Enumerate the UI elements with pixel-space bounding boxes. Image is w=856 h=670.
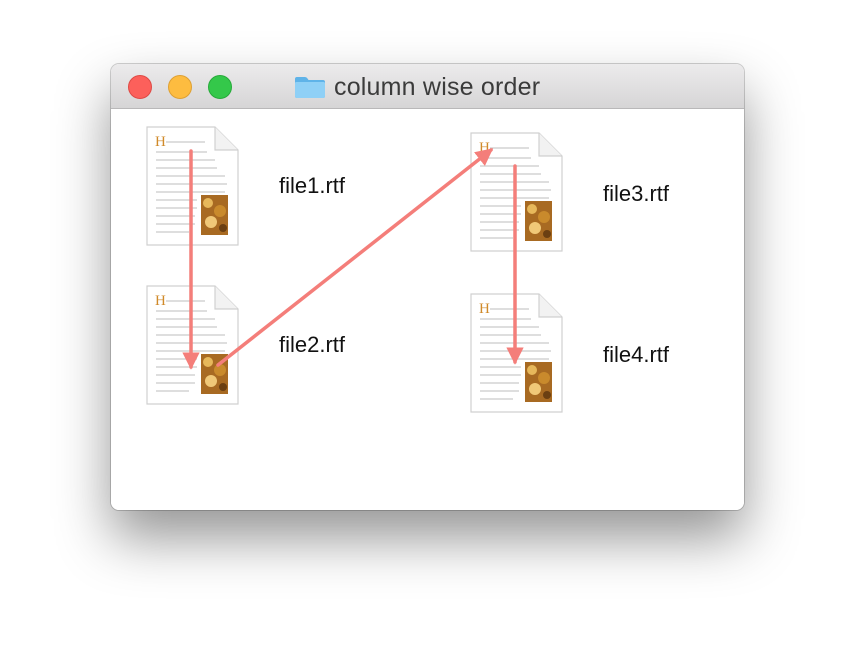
file-item-file1[interactable]: H file1.rtf [145, 125, 385, 255]
svg-text:H: H [155, 293, 166, 309]
file-item-file2[interactable]: H file2.rtf [145, 284, 385, 414]
window-title: column wise order [334, 72, 541, 101]
icon-view[interactable]: H file1.rtf H file2.rtf H file3.rtf H fi… [111, 109, 744, 510]
minimize-button[interactable] [168, 75, 192, 99]
file-name-label[interactable]: file4.rtf [603, 342, 669, 368]
svg-text:H: H [479, 301, 490, 317]
svg-text:H: H [155, 134, 166, 150]
title-bar[interactable]: column wise order [111, 64, 744, 109]
file-item-file4[interactable]: H file4.rtf [469, 292, 709, 422]
window-title-group: column wise order [294, 73, 540, 101]
rtf-document-icon[interactable]: H [145, 125, 240, 247]
file-name-label[interactable]: file3.rtf [603, 181, 669, 207]
close-button[interactable] [128, 75, 152, 99]
folder-icon [295, 77, 325, 98]
file-item-file3[interactable]: H file3.rtf [469, 131, 709, 261]
zoom-button[interactable] [208, 75, 232, 99]
finder-window: column wise order H file1.rtf H file2.rt… [111, 64, 744, 510]
rtf-document-icon[interactable]: H [145, 284, 240, 406]
file-name-label[interactable]: file2.rtf [279, 332, 345, 358]
rtf-document-icon[interactable]: H [469, 131, 564, 253]
file-name-label[interactable]: file1.rtf [279, 173, 345, 199]
rtf-document-icon[interactable]: H [469, 292, 564, 414]
svg-text:H: H [479, 140, 490, 156]
screenshot-stage: column wise order H file1.rtf H file2.rt… [0, 0, 856, 670]
